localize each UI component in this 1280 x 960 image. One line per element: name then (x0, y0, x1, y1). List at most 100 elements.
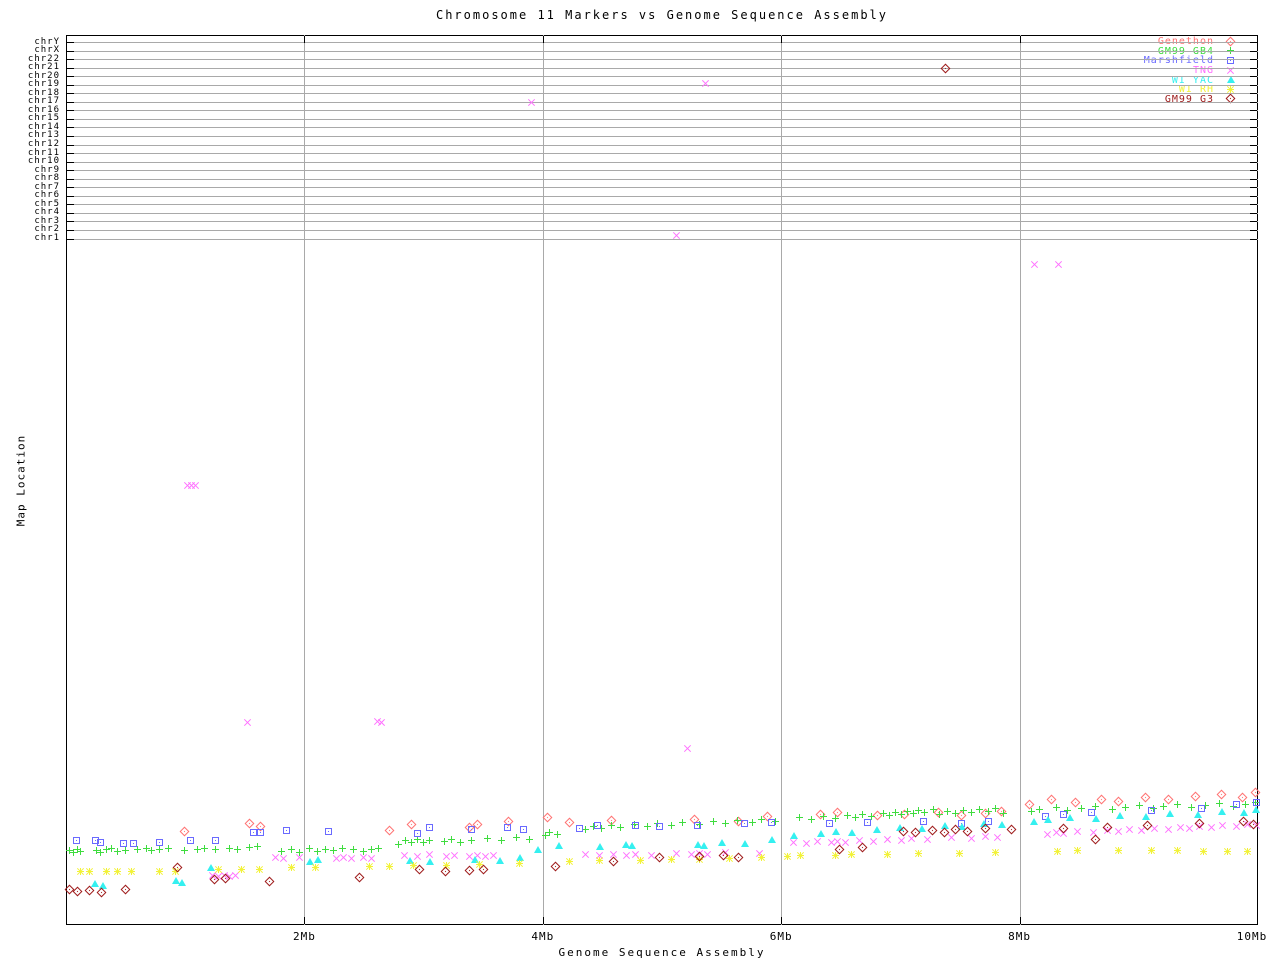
marker-wi-yac (816, 830, 825, 837)
marker-marshfield (693, 822, 701, 829)
marker-wi-yac (832, 828, 841, 835)
marker-tng (688, 851, 695, 858)
marker-gm99-gb4 (1121, 804, 1129, 811)
marker-tng (1233, 823, 1240, 830)
marker-gm99-gb4 (944, 808, 952, 815)
marker-tng (684, 745, 691, 752)
square-open-legend-icon (1224, 56, 1238, 65)
marker-wi-rh (365, 862, 373, 871)
marker-wi-yac (767, 836, 776, 843)
marker-wi-yac (997, 821, 1006, 828)
left-tick (67, 84, 74, 86)
star-icon (1226, 85, 1235, 93)
marker-gm99-gb4 (1215, 800, 1223, 807)
chromosome-gridline (67, 67, 1258, 69)
top-tick (1257, 36, 1258, 43)
left-tick (67, 153, 74, 155)
marker-wi-rh (127, 867, 135, 876)
marker-marshfield (826, 820, 834, 827)
marker-wi-yac (717, 839, 726, 846)
marker-wi-rh (667, 855, 675, 864)
right-tick (1250, 161, 1257, 163)
left-tick (67, 110, 74, 112)
marker-gm99-gb4 (1027, 808, 1035, 815)
marker-gm99-gb4 (832, 815, 840, 822)
marker-gm99-gb4 (952, 810, 960, 817)
chromosome-gridline (67, 93, 1258, 95)
marker-tng (1208, 824, 1215, 831)
x-tick-label: 8Mb (1008, 930, 1032, 943)
chromosome-gridline (67, 50, 1258, 52)
left-tick (67, 195, 74, 197)
marker-wi-rh (1147, 846, 1155, 855)
marker-tng (192, 482, 199, 489)
marker-tng (296, 854, 303, 861)
bottom-tick (1257, 917, 1258, 924)
marker-tng (582, 851, 589, 858)
marker-tng (348, 855, 355, 862)
marker-wi-rh (288, 863, 296, 872)
x-axis-label: Genome Sequence Assembly (558, 946, 766, 959)
marker-wi-yac (699, 842, 708, 849)
marker-gm99-gb4 (483, 835, 491, 842)
marker-wi-yac (90, 880, 99, 887)
marker-wi-rh (312, 863, 320, 872)
top-tick (1019, 36, 1021, 43)
marker-tng (1126, 826, 1133, 833)
marker-gm99-gb4 (288, 846, 296, 853)
marker-gm99-gb4 (808, 816, 816, 823)
marker-tng (790, 839, 797, 846)
marker-tng (340, 854, 347, 861)
bottom-tick (1019, 917, 1021, 924)
marker-wi-rh (114, 867, 122, 876)
marker-wi-rh (85, 867, 93, 876)
marker-tng (1055, 261, 1062, 268)
marker-marshfield (519, 826, 527, 833)
marker-wi-rh (516, 859, 524, 868)
marker-gm99-gb4 (498, 837, 506, 844)
marker-wi-rh (1224, 847, 1232, 856)
marker-tng (924, 836, 931, 843)
marker-tng (1044, 831, 1051, 838)
marker-gm99-gb4 (226, 845, 234, 852)
marker-wi-yac (534, 846, 543, 853)
bottom-tick (304, 917, 306, 924)
chromosome-gridline (67, 195, 1258, 197)
marker-tng (704, 851, 711, 858)
marker-gm99-gb4 (133, 846, 141, 853)
right-tick (1250, 76, 1257, 78)
marker-wi-yac (1044, 816, 1053, 823)
marker-tng (898, 837, 905, 844)
marker-tng (842, 839, 849, 846)
left-tick (67, 59, 74, 61)
right-tick (1250, 187, 1257, 189)
marker-wi-rh (595, 856, 604, 865)
marker-tng (1177, 824, 1184, 831)
chromosome-gridline (67, 135, 1258, 137)
marker-gm99-gb4 (607, 822, 615, 829)
marker-tng (702, 80, 709, 87)
marker-gm99-gb4 (1108, 806, 1116, 813)
marker-gm99-gb4 (330, 847, 338, 854)
marker-tng (870, 838, 877, 845)
marker-wi-yac (425, 858, 434, 865)
chromosome-gridline (67, 144, 1258, 146)
mb-gridline (542, 35, 544, 925)
marker-wi-rh (238, 865, 246, 874)
chromosome-gridline (67, 178, 1258, 180)
left-tick (67, 178, 74, 180)
marker-wi-rh (1073, 846, 1082, 855)
marker-wi-rh (784, 852, 792, 861)
right-tick (1250, 127, 1257, 129)
right-tick (1250, 118, 1257, 120)
marker-marshfield (864, 819, 872, 826)
marker-wi-yac (555, 842, 564, 849)
marker-tng (1031, 261, 1038, 268)
marker-gm99-gb4 (468, 837, 476, 844)
right-tick (1250, 229, 1257, 231)
marker-wi-yac (1251, 806, 1260, 813)
marker-marshfield (468, 826, 476, 833)
marker-gm99-gb4 (1052, 804, 1060, 811)
marker-wi-yac (1218, 808, 1227, 815)
right-tick (1250, 170, 1257, 172)
